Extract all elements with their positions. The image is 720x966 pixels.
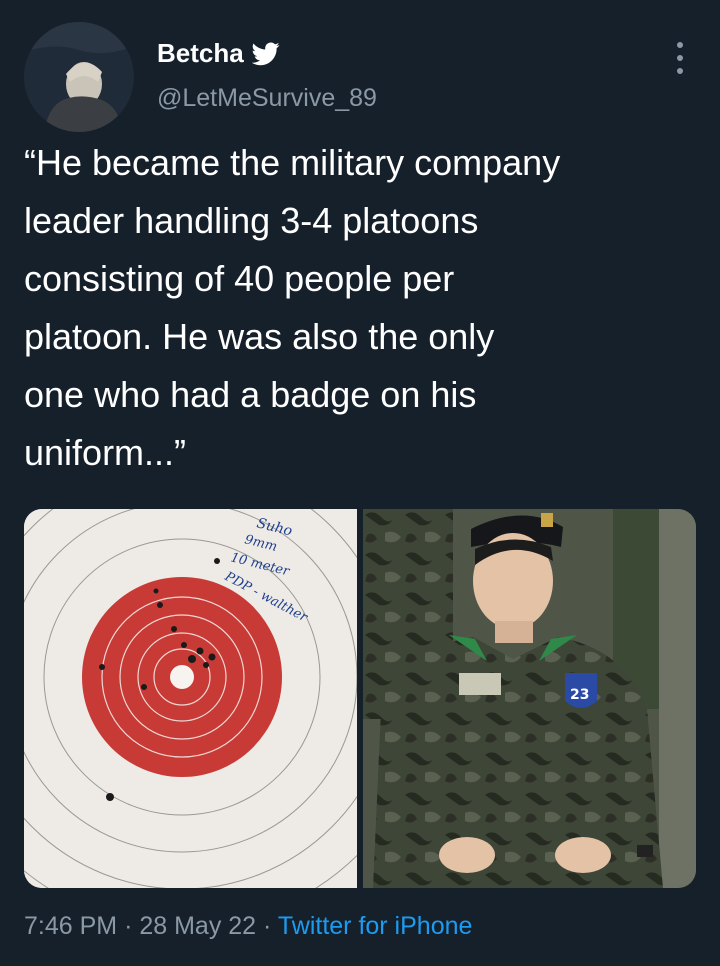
user-handle[interactable]: @LetMeSurvive_89 bbox=[157, 84, 377, 113]
soldier-photo[interactable]: 23 bbox=[363, 509, 696, 888]
meta-separator: · bbox=[124, 912, 133, 940]
tweet-time[interactable]: 7:46 PM bbox=[24, 912, 117, 940]
user-avatar[interactable] bbox=[24, 22, 134, 132]
twitter-bird-icon bbox=[251, 41, 280, 65]
display-name[interactable]: Betcha bbox=[157, 38, 244, 69]
shooting-target-photo[interactable]: Suho 9mm 10 meter PDP - walther bbox=[24, 509, 357, 888]
tweet-source-link[interactable]: Twitter for iPhone bbox=[278, 912, 473, 940]
svg-text:23: 23 bbox=[570, 687, 589, 703]
tweet-date[interactable]: 28 May 22 bbox=[139, 912, 256, 940]
tweet-media[interactable]: Suho 9mm 10 meter PDP - walther 23 bbox=[24, 509, 696, 888]
meta-separator: · bbox=[263, 912, 272, 940]
tweet-meta: 7:46 PM · 28 May 22 · Twitter for iPhone bbox=[24, 912, 472, 941]
more-options-icon[interactable] bbox=[670, 40, 690, 76]
tweet-text: “He became the military company leader h… bbox=[24, 142, 561, 473]
